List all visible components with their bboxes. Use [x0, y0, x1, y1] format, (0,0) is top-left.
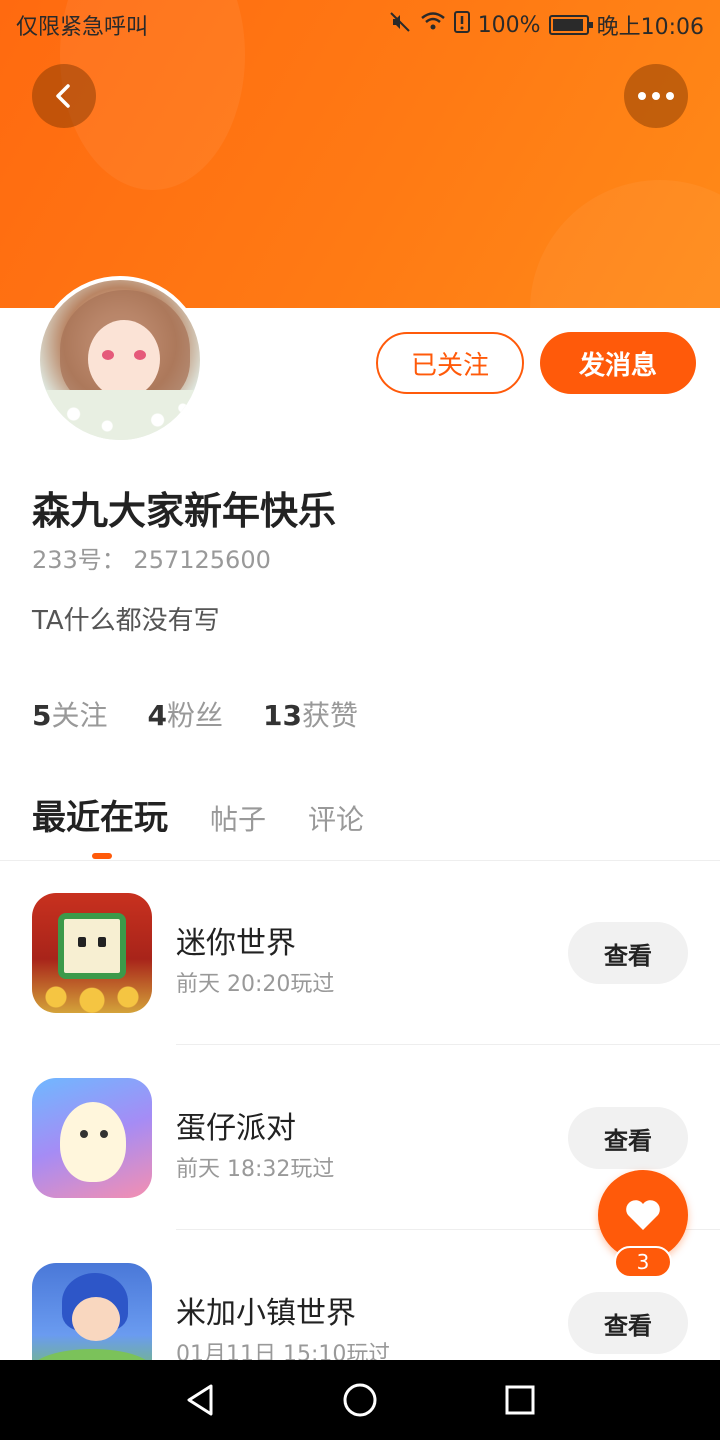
stat-likes[interactable]: 13 获赞: [263, 694, 358, 734]
emergency-call-text: 仅限紧急呼叫: [16, 15, 149, 40]
send-message-button[interactable]: 发消息: [540, 332, 696, 394]
avatar[interactable]: [36, 276, 204, 444]
status-icons: 100% 晚上10:06: [388, 9, 704, 41]
wifi-icon: [420, 10, 446, 40]
stat-number: 4: [147, 699, 167, 732]
nav-recents-button[interactable]: [490, 1370, 550, 1430]
active-tab-indicator: [92, 853, 112, 859]
view-game-button[interactable]: 查看: [568, 1107, 688, 1169]
view-game-button[interactable]: 查看: [568, 1292, 688, 1354]
more-dots-icon: [638, 92, 674, 100]
list-item[interactable]: 迷你世界 前天 20:20玩过 查看: [0, 860, 720, 1045]
view-game-button[interactable]: 查看: [568, 922, 688, 984]
avatar-eye: [102, 350, 114, 360]
square-recents-icon: [505, 1385, 535, 1415]
tab-comments[interactable]: 评论: [308, 798, 364, 838]
gold-coins: [32, 981, 152, 1013]
profile-stats: 5 关注 4 粉丝 13 获赞: [32, 694, 358, 734]
avatar-face: [88, 320, 160, 398]
game-title: 米加小镇世界: [176, 1296, 356, 1331]
stat-label: 获赞: [301, 699, 358, 732]
game-last-played: 前天 20:20玩过: [176, 972, 335, 997]
character-eye: [98, 937, 106, 947]
profile-id: 233号： 257125600: [32, 546, 271, 574]
battery-percent: 100%: [477, 12, 541, 38]
character-eye: [100, 1130, 108, 1138]
like-count-badge: 3: [614, 1246, 672, 1278]
stat-label: 关注: [51, 699, 108, 732]
stat-number: 5: [32, 699, 52, 732]
avatar-flowers: [40, 390, 200, 440]
game-title: 迷你世界: [176, 926, 296, 961]
profile-bio: TA什么都没有写: [32, 606, 220, 636]
tab-posts[interactable]: 帖子: [210, 798, 266, 838]
character-eye: [80, 1130, 88, 1138]
chevron-left-icon: [56, 84, 70, 108]
sim-alert-icon: [453, 11, 470, 39]
mini-world-game-icon: [32, 893, 152, 1013]
mute-icon: [388, 10, 412, 40]
more-options-button[interactable]: [624, 64, 688, 128]
following-button[interactable]: 已关注: [376, 332, 524, 394]
eggy-party-game-icon: [32, 1078, 152, 1198]
triangle-back-icon: [187, 1384, 213, 1416]
back-button[interactable]: [32, 64, 96, 128]
egg-character: [60, 1102, 126, 1182]
profile-name: 森九大家新年快乐: [32, 489, 337, 533]
character-face: [72, 1297, 120, 1341]
profile-tabs: 最近在玩 帖子 评论: [32, 790, 364, 839]
game-last-played: 前天 18:32玩过: [176, 1157, 335, 1182]
avatar-eye: [134, 350, 146, 360]
game-title: 蛋仔派对: [176, 1111, 296, 1146]
nav-back-button[interactable]: [170, 1370, 230, 1430]
stat-label: 粉丝: [166, 699, 223, 732]
tab-recently-played[interactable]: 最近在玩: [32, 790, 168, 839]
stat-following[interactable]: 5 关注: [32, 694, 108, 734]
heart-icon: [626, 1200, 660, 1230]
battery-icon: [548, 15, 593, 35]
status-bar: 仅限紧急呼叫 100% 晚上10:06: [0, 0, 720, 50]
circle-home-icon: [343, 1383, 377, 1417]
stat-number: 13: [263, 699, 302, 732]
nav-home-button[interactable]: [330, 1370, 390, 1430]
clock-time: 晚上10:06: [596, 15, 704, 40]
recent-games-list: 迷你世界 前天 20:20玩过 查看 蛋仔派对 前天 18:32玩过 查看 米加…: [0, 860, 720, 1415]
stat-followers[interactable]: 4 粉丝: [148, 694, 224, 734]
banner-decoration: [530, 180, 720, 308]
block-character: [58, 913, 126, 979]
character-eye: [78, 937, 86, 947]
system-nav-bar: [0, 1360, 720, 1440]
